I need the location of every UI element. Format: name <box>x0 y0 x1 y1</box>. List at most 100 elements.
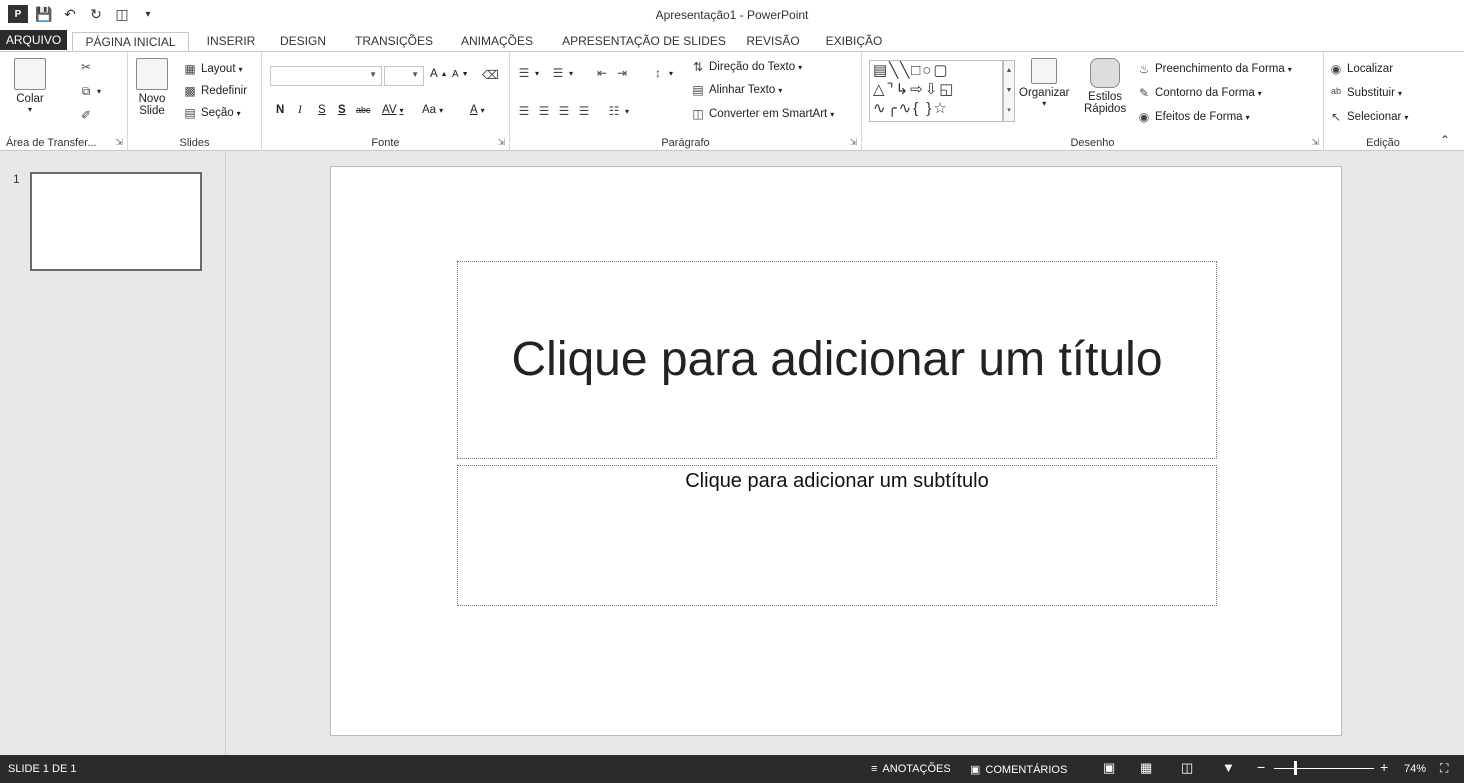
select-button[interactable]: ↖ Selecionar ▾ <box>1328 110 1408 124</box>
reading-view-icon[interactable]: ◫ <box>1181 760 1193 776</box>
replace-button[interactable]: ab Substituir ▾ <box>1328 86 1402 100</box>
slideshow-view-icon[interactable]: ▼ <box>1222 760 1235 775</box>
font-color-button[interactable]: A ▾ <box>470 104 485 116</box>
underline-button[interactable]: S <box>318 104 326 116</box>
clipboard-group: Colar ▾ ✂ ⧉ ▾ ✐ Área de Transfer... ⇲ <box>0 52 128 151</box>
new-slide-button[interactable]: Novo Slide <box>136 58 168 117</box>
zoom-in-icon[interactable]: + <box>1380 759 1388 775</box>
bullets-dropdown-icon: ▾ <box>535 68 540 78</box>
tab-design[interactable]: DESIGN <box>273 32 333 52</box>
slide-sorter-icon[interactable]: ▦ <box>1140 760 1152 776</box>
drawing-launcher-icon[interactable]: ⇲ <box>1311 137 1319 148</box>
normal-view-icon[interactable]: ▣ <box>1103 760 1115 776</box>
paragraph-launcher-icon[interactable]: ⇲ <box>849 137 857 148</box>
align-text-label: Alinhar Texto <box>709 84 776 96</box>
bold-button[interactable]: N <box>276 104 284 116</box>
section-label: Seção <box>201 107 234 119</box>
notes-label: ANOTAÇÕES <box>882 763 951 775</box>
bullets-button[interactable]: ☰ ▾ <box>516 66 539 80</box>
tab-exibicao[interactable]: EXIBIÇÃO <box>818 32 890 52</box>
grow-font-button[interactable]: A ▲ <box>430 68 448 80</box>
layout-icon: ▦ <box>184 62 196 76</box>
align-left-button[interactable]: ☰ <box>516 104 532 118</box>
collapse-ribbon-icon[interactable]: ⌃ <box>1440 133 1450 147</box>
shrink-arrow-icon: ▼ <box>461 71 469 78</box>
text-direction-label: Direção do Texto <box>709 61 796 73</box>
section-icon: ▤ <box>184 106 196 120</box>
subtitle-placeholder[interactable]: Clique para adicionar um subtítulo <box>457 465 1217 606</box>
title-placeholder[interactable]: Clique para adicionar um título <box>457 261 1217 459</box>
text-direction-button[interactable]: ⇅ Direção do Texto ▾ <box>690 60 802 74</box>
quick-styles-button[interactable]: Estilos Rápidos <box>1084 58 1126 115</box>
font-color-label: A <box>470 104 478 116</box>
zoom-level[interactable]: 74% <box>1404 763 1426 775</box>
shapes-gallery-more-icon[interactable]: ▲ ▼ ▾ <box>1003 60 1015 122</box>
format-painter-button[interactable]: ✐ <box>78 108 94 122</box>
copy-button[interactable]: ⧉ ▾ <box>78 84 101 98</box>
quick-styles-label-1: Estilos <box>1088 91 1123 103</box>
font-size-combo[interactable]: ▼ <box>384 66 424 86</box>
shape-outline-button[interactable]: ✎ Contorno da Forma ▾ <box>1136 86 1262 100</box>
justify-icon: ☰ <box>578 104 590 118</box>
paint-bucket-icon: ♨ <box>1138 62 1150 76</box>
change-case-button[interactable]: Aa ▾ <box>422 104 443 116</box>
shape-effects-button[interactable]: ◉ Efeitos de Forma ▾ <box>1136 110 1250 124</box>
pencil-icon: ✎ <box>1138 86 1150 100</box>
convert-smartart-label: Converter em SmartArt <box>709 108 828 120</box>
tab-pagina-inicial[interactable]: PÁGINA INICIAL <box>72 32 189 52</box>
select-dropdown-icon: ▾ <box>1404 112 1409 122</box>
line-spacing-button[interactable]: ↕ ▾ <box>650 66 673 80</box>
tab-apresentacao-de-slides[interactable]: APRESENTAÇÃO DE SLIDES <box>556 32 732 52</box>
tab-arquivo[interactable]: ARQUIVO <box>0 30 67 50</box>
drawing-group: ▤╲╲□○▢ △⌝↳⇨⇩◱ ∿╭∿{ }☆ ▲ ▼ ▾ Organizar ▾ Esti… <box>862 52 1324 151</box>
slide[interactable]: Clique para adicionar um título Clique p… <box>330 166 1342 736</box>
shrink-font-button[interactable]: A ▼ <box>452 69 469 80</box>
paste-button[interactable]: Colar ▾ <box>14 58 46 114</box>
notes-button[interactable]: ≡ ANOTAÇÕES <box>871 763 951 775</box>
arrange-button[interactable]: Organizar ▾ <box>1019 58 1070 108</box>
cut-button[interactable]: ✂ <box>78 60 94 74</box>
numbering-button[interactable]: ☰ ▾ <box>550 66 573 80</box>
increase-indent-button[interactable]: ⇥ <box>614 66 630 80</box>
font-name-combo[interactable]: ▼ <box>270 66 382 86</box>
zoom-slider-track[interactable] <box>1274 768 1374 769</box>
center-button[interactable]: ☰ <box>536 104 552 118</box>
reset-button[interactable]: ▩ Redefinir <box>182 84 247 98</box>
character-spacing-dropdown-icon: ▾ <box>399 105 404 115</box>
shape-fill-button[interactable]: ♨ Preenchimento da Forma ▾ <box>1136 62 1292 76</box>
slide-thumbnail[interactable] <box>30 172 202 271</box>
replace-label: Substituir <box>1347 87 1395 99</box>
tab-inserir[interactable]: INSERIR <box>199 32 263 52</box>
decrease-indent-button[interactable]: ⇤ <box>594 66 610 80</box>
strikethrough-button[interactable]: abc <box>356 105 371 115</box>
find-button[interactable]: ◉ Localizar <box>1328 62 1393 76</box>
shape-outline-label: Contorno da Forma <box>1155 87 1255 99</box>
layout-dropdown-icon: ▾ <box>238 64 243 74</box>
paragraph-group: ☰ ▾ ☰ ▾ ⇤ ⇥ ↕ ▾ ⇅ Direção do Texto ▾ ▤ Alinhar… <box>510 52 862 151</box>
zoom-out-icon[interactable]: − <box>1257 759 1265 775</box>
shrink-font-label: A <box>452 69 459 80</box>
tab-animacoes[interactable]: ANIMAÇÕES <box>451 32 543 52</box>
clipboard-launcher-icon[interactable]: ⇲ <box>115 137 123 148</box>
align-text-button[interactable]: ▤ Alinhar Texto ▾ <box>690 83 782 97</box>
character-spacing-button[interactable]: AV ▾ <box>382 104 404 116</box>
fit-to-window-icon[interactable]: ⛶ <box>1440 761 1448 776</box>
tab-revisao[interactable]: REVISÃO <box>740 32 806 52</box>
shapes-gallery[interactable]: ▤╲╲□○▢ △⌝↳⇨⇩◱ ∿╭∿{ }☆ <box>869 60 1003 122</box>
italic-button[interactable]: I <box>298 104 302 116</box>
clear-formatting-button[interactable]: ⌫ <box>482 68 499 82</box>
font-launcher-icon[interactable]: ⇲ <box>497 137 505 148</box>
shadow-button[interactable]: S <box>338 104 346 116</box>
tab-transicoes[interactable]: TRANSIÇÕES <box>345 32 443 52</box>
section-button[interactable]: ▤ Seção ▾ <box>182 106 240 120</box>
comments-button[interactable]: ▣ COMENTÁRIOS <box>970 763 1068 777</box>
paragraph-group-label: Parágrafo <box>661 137 710 149</box>
zoom-slider-handle[interactable] <box>1294 761 1297 775</box>
convert-smartart-button[interactable]: ◫ Converter em SmartArt ▾ <box>690 107 834 121</box>
arrange-dropdown-icon: ▾ <box>1042 99 1047 108</box>
columns-button[interactable]: ☷ ▾ <box>606 104 629 118</box>
align-right-button[interactable]: ☰ <box>556 104 572 118</box>
comments-label: COMENTÁRIOS <box>985 763 1068 776</box>
layout-button[interactable]: ▦ Layout ▾ <box>182 62 243 76</box>
justify-button[interactable]: ☰ <box>576 104 592 118</box>
